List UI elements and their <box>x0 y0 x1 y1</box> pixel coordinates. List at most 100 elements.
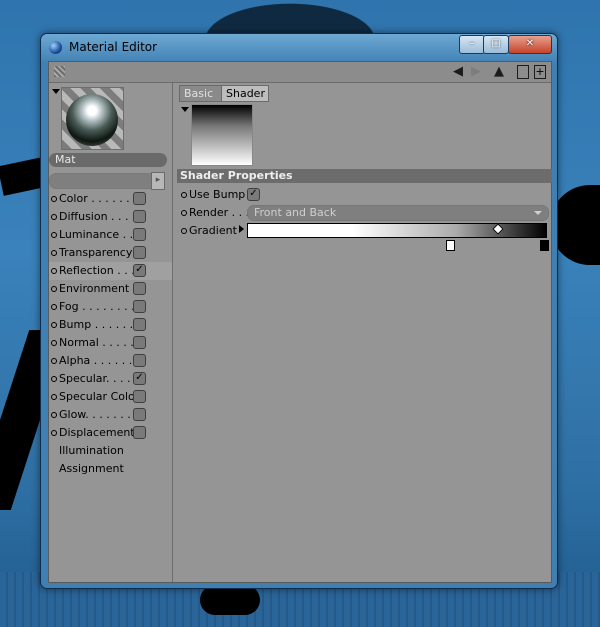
channel-item[interactable]: Specular. . . . . ✓ <box>49 370 172 388</box>
channel-label: Color . . . . . . . . <box>59 192 134 205</box>
keyframe-dot-icon[interactable] <box>51 286 57 292</box>
keyframe-dot-icon[interactable] <box>51 268 57 274</box>
channel-checkbox[interactable] <box>133 192 146 205</box>
channel-checkbox[interactable] <box>133 408 146 421</box>
keyframe-dot-icon[interactable] <box>51 232 57 238</box>
chevron-down-icon <box>534 211 542 215</box>
expand-arrow-icon[interactable] <box>239 225 244 233</box>
keyframe-dot-icon[interactable] <box>51 196 57 202</box>
material-name-field[interactable]: Mat <box>49 153 167 167</box>
channel-label: Illumination <box>59 444 124 457</box>
material-preview[interactable] <box>61 87 124 150</box>
channel-item[interactable]: Displacement <box>49 424 172 442</box>
channel-checkbox[interactable] <box>133 282 146 295</box>
keyframe-dot-icon[interactable] <box>51 376 57 382</box>
channel-item[interactable]: Bump . . . . . . . <box>49 316 172 334</box>
keyframe-dot-icon[interactable] <box>51 340 57 346</box>
channel-item[interactable]: Fog . . . . . . . . . <box>49 298 172 316</box>
channel-label: Glow. . . . . . . . <box>59 408 134 421</box>
use-bump-row: Use Bump ✓ <box>181 187 549 203</box>
channel-checkbox[interactable] <box>133 246 146 259</box>
channel-label: Normal . . . . . . <box>59 336 134 349</box>
preview-menu-icon[interactable] <box>52 89 60 94</box>
swatch-menu-icon[interactable] <box>181 107 189 112</box>
maximize-button[interactable]: □ <box>483 35 509 54</box>
close-button[interactable]: ✕ <box>508 35 552 54</box>
window-title: Material Editor <box>69 40 158 54</box>
material-selector[interactable] <box>49 173 153 189</box>
channel-checkbox[interactable] <box>133 210 146 223</box>
keyframe-dot-icon[interactable] <box>51 322 57 328</box>
channel-label: Displacement <box>59 426 134 439</box>
keyframe-dot-icon[interactable] <box>181 210 187 216</box>
arrow-up-icon[interactable]: ▲ <box>494 64 504 79</box>
gradient-stop-black[interactable] <box>540 240 549 251</box>
keyframe-dot-icon[interactable] <box>51 394 57 400</box>
app-sphere-icon <box>49 41 62 54</box>
channel-item[interactable]: Environment <box>49 280 172 298</box>
gradient-bar[interactable] <box>247 223 549 251</box>
channel-label: Specular. . . . . <box>59 372 134 385</box>
channel-checkbox[interactable] <box>133 318 146 331</box>
render-label: Render . . . <box>189 206 250 219</box>
channel-checkbox[interactable] <box>133 336 146 349</box>
channel-label: Transparency <box>59 246 133 259</box>
lock-icon[interactable] <box>517 65 529 79</box>
use-bump-label: Use Bump <box>189 188 246 201</box>
channel-checkbox[interactable]: ✓ <box>133 264 146 277</box>
channel-item[interactable]: Reflection . . . . ✓ <box>49 262 172 280</box>
channel-label: Specular Color <box>59 390 134 403</box>
keyframe-dot-icon[interactable] <box>51 250 57 256</box>
keyframe-dot-icon[interactable] <box>51 304 57 310</box>
title-bar[interactable]: Material Editor – □ ✕ <box>41 34 557 60</box>
arrow-left-icon[interactable]: ◀ <box>453 64 463 79</box>
channel-checkbox[interactable] <box>133 300 146 313</box>
channel-item[interactable]: Illumination <box>49 442 172 460</box>
channel-label: Assignment <box>59 462 124 475</box>
shader-panel: Basic Shader Shader Properties Use Bump … <box>173 83 552 582</box>
channel-item[interactable]: Alpha . . . . . . . <box>49 352 172 370</box>
channel-item[interactable]: Assignment <box>49 460 172 478</box>
render-dropdown[interactable]: Front and Back <box>247 205 549 221</box>
material-channel-panel: Mat ▸ Color . . . . . . . . Diffusion . .… <box>49 83 173 582</box>
channel-item[interactable]: Transparency <box>49 244 172 262</box>
gradient-label: Gradient <box>189 224 237 237</box>
minimize-button[interactable]: – <box>459 35 485 54</box>
render-row: Render . . . Front and Back <box>181 205 549 221</box>
channel-item[interactable]: Specular Color <box>49 388 172 406</box>
channel-list: Color . . . . . . . . Diffusion . . . . .… <box>49 190 172 478</box>
editor-client-area: ◀ ▶ ▲ + Mat ▸ Color . . . . . . . . Diffu… <box>48 61 552 583</box>
gradient-stop-white[interactable] <box>446 240 455 251</box>
channel-checkbox[interactable] <box>133 354 146 367</box>
tab-basic[interactable]: Basic <box>179 85 223 102</box>
grip-icon[interactable] <box>54 66 65 77</box>
keyframe-dot-icon[interactable] <box>181 228 187 234</box>
channel-checkbox[interactable] <box>133 228 146 241</box>
material-selector-arrow-icon[interactable]: ▸ <box>151 172 165 190</box>
gradient-row: Gradient <box>181 223 549 251</box>
channel-checkbox[interactable] <box>133 390 146 403</box>
channel-item[interactable]: Normal . . . . . . <box>49 334 172 352</box>
channel-label: Luminance . . . . <box>59 228 134 241</box>
channel-item[interactable]: Color . . . . . . . . <box>49 190 172 208</box>
new-window-icon[interactable]: + <box>534 65 546 79</box>
preview-sphere <box>66 94 118 146</box>
channel-label: Fog . . . . . . . . . <box>59 300 134 313</box>
use-bump-checkbox[interactable]: ✓ <box>247 188 260 201</box>
keyframe-dot-icon[interactable] <box>51 412 57 418</box>
channel-checkbox[interactable]: ✓ <box>133 372 146 385</box>
channel-checkbox[interactable] <box>133 426 146 439</box>
shader-preview-swatch[interactable] <box>191 104 253 166</box>
keyframe-dot-icon[interactable] <box>181 192 187 198</box>
gradient-interpolation-knot[interactable] <box>492 223 504 235</box>
tab-shader[interactable]: Shader <box>221 85 269 102</box>
channel-item[interactable]: Glow. . . . . . . . <box>49 406 172 424</box>
arrow-right-icon[interactable]: ▶ <box>471 64 481 79</box>
channel-item[interactable]: Diffusion . . . . . <box>49 208 172 226</box>
channel-label: Diffusion . . . . . <box>59 210 134 223</box>
keyframe-dot-icon[interactable] <box>51 430 57 436</box>
channel-label: Environment <box>59 282 130 295</box>
channel-item[interactable]: Luminance . . . . <box>49 226 172 244</box>
keyframe-dot-icon[interactable] <box>51 358 57 364</box>
keyframe-dot-icon[interactable] <box>51 214 57 220</box>
